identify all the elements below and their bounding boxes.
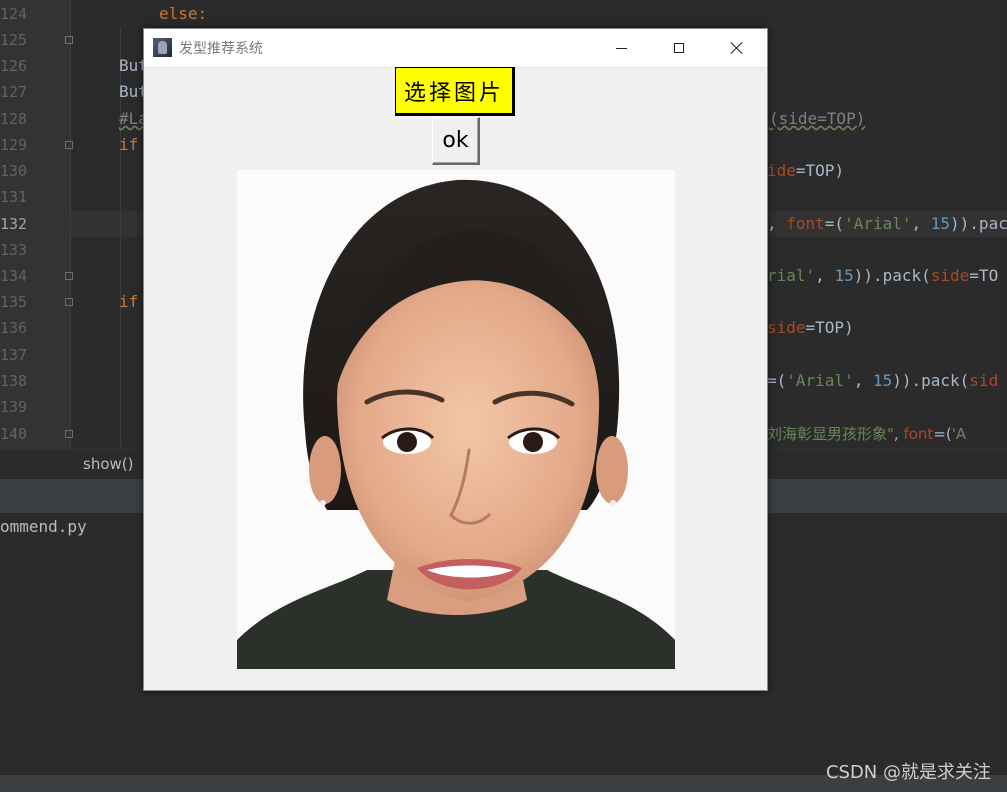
minimize-icon: [615, 47, 627, 49]
code-string: 'Arial': [786, 371, 854, 390]
code-string: rial': [767, 266, 816, 285]
line-number: 126: [0, 57, 28, 75]
code-text: =TOP): [795, 161, 845, 180]
line-number: 130: [0, 162, 28, 180]
ok-button[interactable]: ok: [432, 117, 480, 165]
code-text: =(: [933, 425, 952, 443]
line-number: 139: [0, 398, 28, 416]
line-number: 125: [0, 31, 28, 49]
code-comment: (side=TOP): [769, 109, 866, 128]
breadcrumb[interactable]: show(): [83, 455, 133, 473]
code-line: side=TOP): [767, 315, 854, 341]
fold-marker-icon[interactable]: [65, 430, 73, 438]
fold-marker-icon[interactable]: [65, 36, 73, 44]
code-text: ,: [815, 266, 835, 285]
code-text: ,: [911, 214, 931, 233]
hairstyle-app-window[interactable]: 发型推荐系统 选择图片 ok: [143, 28, 768, 691]
code-param: ide: [767, 161, 796, 180]
line-number: 124: [0, 5, 28, 23]
code-line: ide=TOP): [767, 158, 844, 184]
code-line: , font=('Arial', 15)).pac: [767, 211, 1007, 237]
portrait-illustration: [237, 170, 675, 669]
close-button[interactable]: [714, 29, 760, 67]
line-number: 137: [0, 346, 28, 364]
code-line: rial', 15)).pack(side=TO: [767, 263, 998, 289]
code-text: )).pack(: [853, 266, 931, 285]
code-param: side: [767, 318, 806, 337]
code-keyword: else:: [159, 4, 208, 23]
code-text: =TO: [969, 266, 999, 285]
code-line: =('Arial', 15)).pack(sid: [767, 368, 998, 394]
code-string: 刘海彰显男孩形象": [767, 425, 894, 443]
line-number: 136: [0, 319, 28, 337]
code-text: =TOP): [805, 318, 854, 337]
maximize-button[interactable]: [656, 29, 702, 67]
line-number: 133: [0, 241, 28, 259]
line-number: 135: [0, 293, 28, 311]
app-icon: [153, 38, 172, 57]
select-image-button[interactable]: 选择图片: [395, 67, 515, 116]
code-string: 'A: [951, 425, 967, 443]
portrait-photo: [237, 170, 675, 669]
fold-marker-icon[interactable]: [65, 298, 73, 306]
fold-marker-icon[interactable]: [65, 272, 73, 280]
line-number: 128: [0, 110, 28, 128]
line-number: 138: [0, 372, 28, 390]
minimize-button[interactable]: [598, 29, 644, 67]
code-param: font: [786, 214, 825, 233]
watermark: CSDN @就是求关注: [825, 762, 991, 783]
line-number: 140: [0, 425, 28, 443]
code-number: 15: [930, 214, 951, 233]
code-number: 15: [834, 266, 854, 285]
code-param: side: [930, 266, 970, 285]
code-text: ,: [767, 214, 787, 233]
code-line: 刘海彰显男孩形象", font=('A: [767, 421, 966, 447]
code-text: ,: [853, 371, 873, 390]
line-number: 129: [0, 136, 28, 154]
window-titlebar[interactable]: 发型推荐系统: [144, 29, 767, 68]
window-title: 发型推荐系统: [179, 41, 263, 57]
code-text: =(: [824, 214, 845, 233]
code-param: font: [903, 425, 934, 443]
console-output: ommend.py: [0, 517, 87, 536]
code-keyword: if: [119, 292, 139, 311]
fold-marker-icon[interactable]: [65, 141, 73, 149]
line-number: 131: [0, 188, 28, 206]
code-string: 'Arial': [844, 214, 912, 233]
code-text: =(: [767, 371, 787, 390]
close-icon: [730, 41, 744, 55]
line-number-current: 132: [0, 215, 28, 233]
line-number: 127: [0, 83, 28, 101]
code-number: 15: [872, 371, 893, 390]
code-param: sid: [969, 371, 999, 390]
code-keyword: if: [119, 135, 139, 154]
code-text: )).pac: [950, 214, 1007, 233]
code-text: )).pack(: [892, 371, 970, 390]
line-number: 134: [0, 267, 28, 285]
maximize-icon: [674, 43, 684, 53]
